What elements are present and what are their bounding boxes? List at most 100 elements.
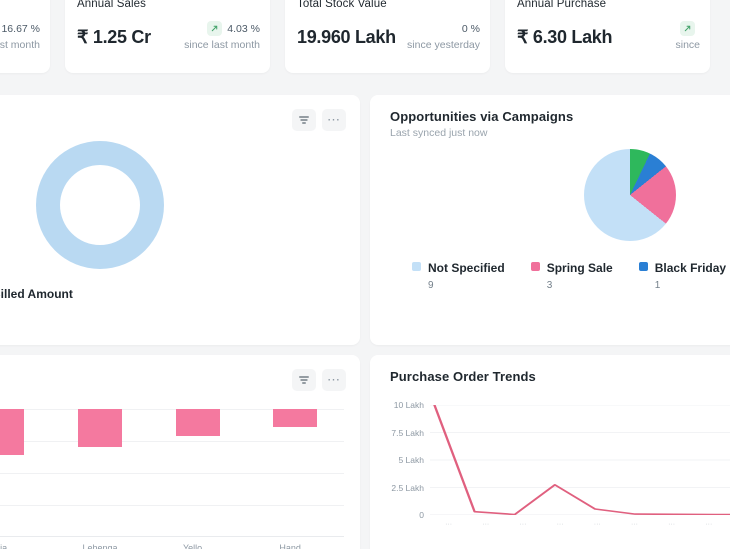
legend-count: 1 [654, 280, 661, 291]
bar-column [0, 409, 51, 537]
card-percent: 16.67 % [1, 22, 40, 35]
number-cards-row: Customers ⋯ 16.67 % since last month Ann… [0, 0, 730, 73]
legend-item[interactable]: Black Friday 1 [638, 259, 727, 291]
card-value: 19.960 Lakh [297, 27, 396, 47]
x-tick-label: ··· [668, 521, 676, 528]
legend-swatch-icon [638, 262, 648, 271]
order-analysis-card: Order Analysis ⋯ Amount to Bill 47 [0, 95, 360, 345]
bar[interactable] [77, 409, 122, 447]
card-trend-block: since [675, 21, 700, 51]
line-series-svg [430, 405, 730, 515]
card-percent: 4.03 % [227, 22, 260, 35]
card-since: since [675, 39, 700, 51]
card-since: since yesterday [407, 39, 480, 51]
order-analysis-legend: Amount to Bill 475000 Billed Amount [0, 269, 360, 317]
x-tick-label: ··· [445, 521, 453, 528]
opportunities-card: Opportunities via Campaigns Last synced … [370, 95, 730, 345]
legend-swatch-icon [530, 262, 540, 271]
y-tick-label: 7.5 Lakh [391, 427, 424, 438]
bar[interactable] [273, 409, 318, 427]
filter-icon[interactable] [292, 369, 316, 391]
x-tick-label: Hand ... [279, 543, 311, 549]
page-title: Opportunities via Campaigns [390, 109, 574, 124]
more-options-icon[interactable]: ⋯ [322, 369, 346, 391]
card-header-actions: ⋯ [292, 369, 346, 391]
shortage-summary-x-labels: Labels India ... Lehenga Yello ... Hand … [0, 543, 344, 549]
dashboard-page: Customers ⋯ 16.67 % since last month Ann… [0, 0, 730, 549]
y-tick-label: 10 Lakh [393, 400, 424, 410]
legend-item[interactable]: Billed Amount [0, 285, 73, 306]
legend-item[interactable]: Not Specified 9 [412, 259, 505, 291]
more-options-icon[interactable]: ⋯ [27, 0, 40, 5]
trend-up-icon [680, 21, 695, 36]
x-tick-label: India ... [0, 543, 18, 549]
chart-gridlines [430, 405, 730, 515]
bar[interactable] [175, 409, 220, 436]
card-trend-block: 0 % since yesterday [407, 21, 480, 52]
number-card-annual-sales[interactable]: Annual Sales ⋯ ₹ 1.25 Cr 4.03 % since la… [65, 0, 270, 73]
legend-count: 3 [546, 280, 553, 291]
purchase-order-trends-card: Purchase Order Trends 10 Lakh 7.5 Lakh 5… [370, 355, 730, 549]
order-analysis-donut-chart [0, 141, 360, 269]
card-header: Purchase Order Trends [370, 355, 730, 391]
legend-count: 9 [428, 280, 434, 291]
opportunities-pie-chart [370, 149, 730, 241]
number-card-annual-purchase[interactable]: Annual Purchase ₹ 6.30 Lakh since [505, 0, 710, 73]
legend-item[interactable]: Spring Sale 3 [530, 259, 613, 291]
y-tick-label: 5 Lakh [398, 455, 424, 465]
donut-hole [60, 165, 140, 245]
card-since: since last month [184, 39, 260, 51]
pie-slices [584, 149, 676, 241]
number-card-total-stock-value[interactable]: Total Stock Value ⋯ 19.960 Lakh 0 % sinc… [285, 0, 490, 73]
x-tick-label: Yello ... [182, 543, 213, 549]
card-trend-block: 16.67 % since last month [0, 21, 40, 52]
x-tick-label: ··· [482, 521, 490, 528]
legend-label: Not Specified [428, 261, 505, 275]
more-options-icon[interactable]: ⋯ [322, 109, 346, 131]
y-axis-labels: 10 Lakh 7.5 Lakh 5 Lakh 2.5 Lakh 0 [384, 400, 428, 520]
x-tick-label: ··· [593, 521, 601, 528]
card-title: Annual Purchase [517, 0, 607, 10]
number-card-customers[interactable]: Customers ⋯ 16.67 % since last month [0, 0, 50, 73]
y-tick-label: 2.5 Lakh [391, 482, 424, 493]
page-title: Purchase Order Trends [390, 369, 536, 384]
shortage-summary-bar-chart [0, 409, 344, 537]
x-tick-label: ··· [556, 521, 564, 528]
donut-ring [36, 141, 164, 269]
filter-icon[interactable] [292, 109, 316, 131]
x-tick-label: Lehenga [82, 543, 118, 549]
purchase-order-trends-line-chart: 10 Lakh 7.5 Lakh 5 Lakh 2.5 Lakh 0 ··· ·… [384, 400, 730, 540]
card-header-actions: ⋯ [292, 109, 346, 131]
card-value: ₹ 6.30 Lakh [517, 27, 613, 47]
legend-label: Billed Amount [0, 287, 73, 301]
more-options-icon[interactable]: ⋯ [247, 0, 260, 5]
opportunities-legend: Not Specified 9 Spring Sale 3 Black Frid… [370, 241, 730, 291]
card-header: Opportunities via Campaigns Last synced … [370, 95, 730, 139]
card-since: since last month [0, 39, 40, 51]
card-title: Total Stock Value [297, 0, 387, 10]
x-tick-label: ··· [519, 521, 527, 528]
card-value: ₹ 1.25 Cr [77, 27, 151, 47]
card-header: Order Analysis ⋯ [0, 95, 360, 131]
line-plot-area [430, 405, 730, 515]
more-options-icon[interactable]: ⋯ [467, 0, 480, 5]
card-title: Annual Sales [77, 0, 146, 10]
legend-swatch-icon [412, 262, 421, 271]
y-tick-label: 0 [419, 510, 424, 520]
card-header: Shortage Summary ⋯ [0, 355, 360, 391]
bar-column [246, 409, 344, 537]
bar[interactable] [0, 409, 25, 455]
x-tick-label: ··· [630, 521, 638, 528]
card-subtitle: Last synced just now [390, 127, 488, 139]
bar-series [0, 409, 344, 537]
card-percent: 0 % [461, 22, 480, 35]
card-trend-block: 4.03 % since last month [184, 21, 260, 51]
chart-axis-line [0, 536, 344, 537]
bar-column [149, 409, 247, 537]
legend-label: Spring Sale [546, 261, 613, 275]
shortage-summary-card: Shortage Summary ⋯ [0, 355, 360, 549]
x-axis-labels: ··· ··· ··· ··· ··· ··· ··· ··· ··· ··· … [430, 521, 730, 528]
x-tick-label: ··· [705, 521, 713, 528]
legend-label: Black Friday [654, 261, 727, 275]
bar-column [51, 409, 149, 537]
